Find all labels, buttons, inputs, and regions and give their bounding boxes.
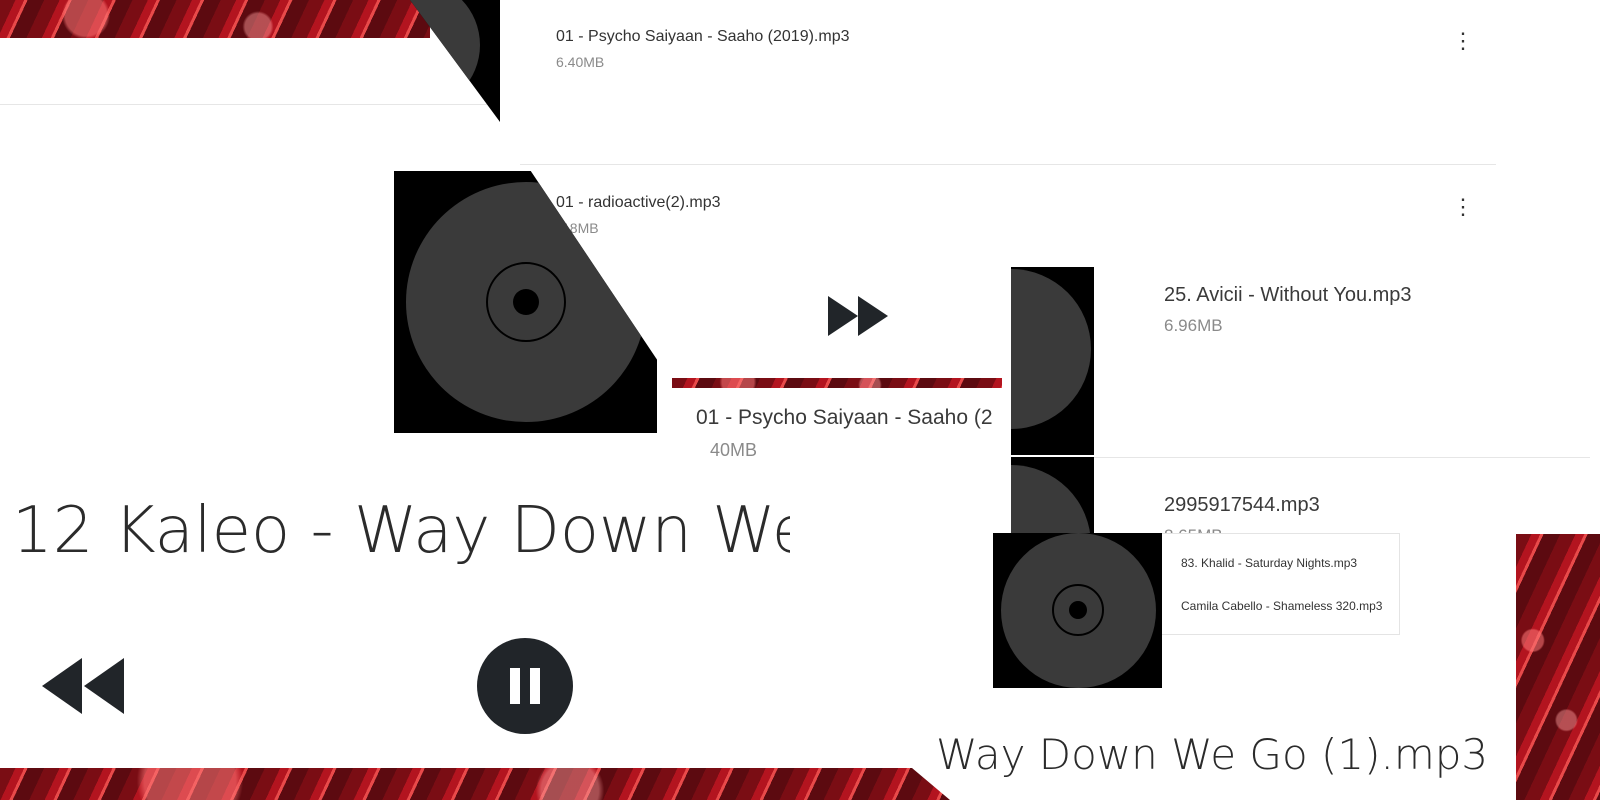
list-item[interactable]: 2995917544.mp3 8.65MB [1164, 494, 1544, 534]
track-name: 01 - Psycho Saiyaan - Saaho (2019).mp3 [556, 28, 850, 45]
track-name: 25. Avicii - Without You.mp3 [1164, 284, 1412, 306]
more-vert-icon[interactable]: ⋮ [1452, 196, 1474, 218]
track-name: 01 - radioactive(2).mp3 [556, 194, 721, 211]
track-size: 6.96MB [1164, 316, 1223, 335]
neon-banner-right [1516, 534, 1600, 800]
album-art-small [993, 533, 1162, 688]
rewind-icon [42, 658, 124, 714]
mini-card[interactable]: 01 - Psycho Saiyaan - Saaho (2 40MB [690, 400, 1010, 470]
fast-forward-button[interactable] [826, 292, 892, 340]
album-art-thumb [1011, 267, 1094, 455]
fast-forward-icon [828, 296, 888, 336]
menu-item[interactable]: 83. Khalid - Saturday Nights.mp3 [1181, 556, 1357, 570]
track-size: 6.40MB [556, 54, 605, 70]
list-item[interactable]: 01 - Psycho Saiyaan - Saaho (2019).mp3 6… [556, 28, 1476, 78]
pause-icon [510, 668, 540, 704]
rewind-button[interactable] [40, 656, 126, 716]
neon-banner-mid [672, 378, 1002, 388]
track-size: 40MB [710, 440, 758, 460]
popup-menu: 83. Khalid - Saturday Nights.mp3 Camila … [1160, 533, 1400, 635]
pause-button[interactable] [477, 638, 573, 734]
more-vert-icon[interactable]: ⋮ [1452, 30, 1474, 52]
divider [0, 104, 500, 105]
now-playing-title: 12 Kaleo - Way Down We G [12, 494, 790, 568]
menu-item[interactable]: Camila Cabello - Shameless 320.mp3 [1181, 599, 1382, 613]
neon-banner-bottom [0, 768, 950, 800]
list-item[interactable]: 25. Avicii - Without You.mp3 6.96MB [1164, 284, 1544, 344]
now-playing-filename: Way Down We Go (1).mp3 [936, 730, 1489, 779]
list-item[interactable]: 01 - radioactive(2).mp3 18MB ⋮ [556, 194, 1476, 244]
track-name: 01 - Psycho Saiyaan - Saaho (2 [696, 406, 993, 429]
neon-banner-top [0, 0, 430, 38]
divider [1094, 457, 1590, 458]
track-name: 2995917544.mp3 [1164, 494, 1320, 516]
divider [520, 164, 1496, 165]
